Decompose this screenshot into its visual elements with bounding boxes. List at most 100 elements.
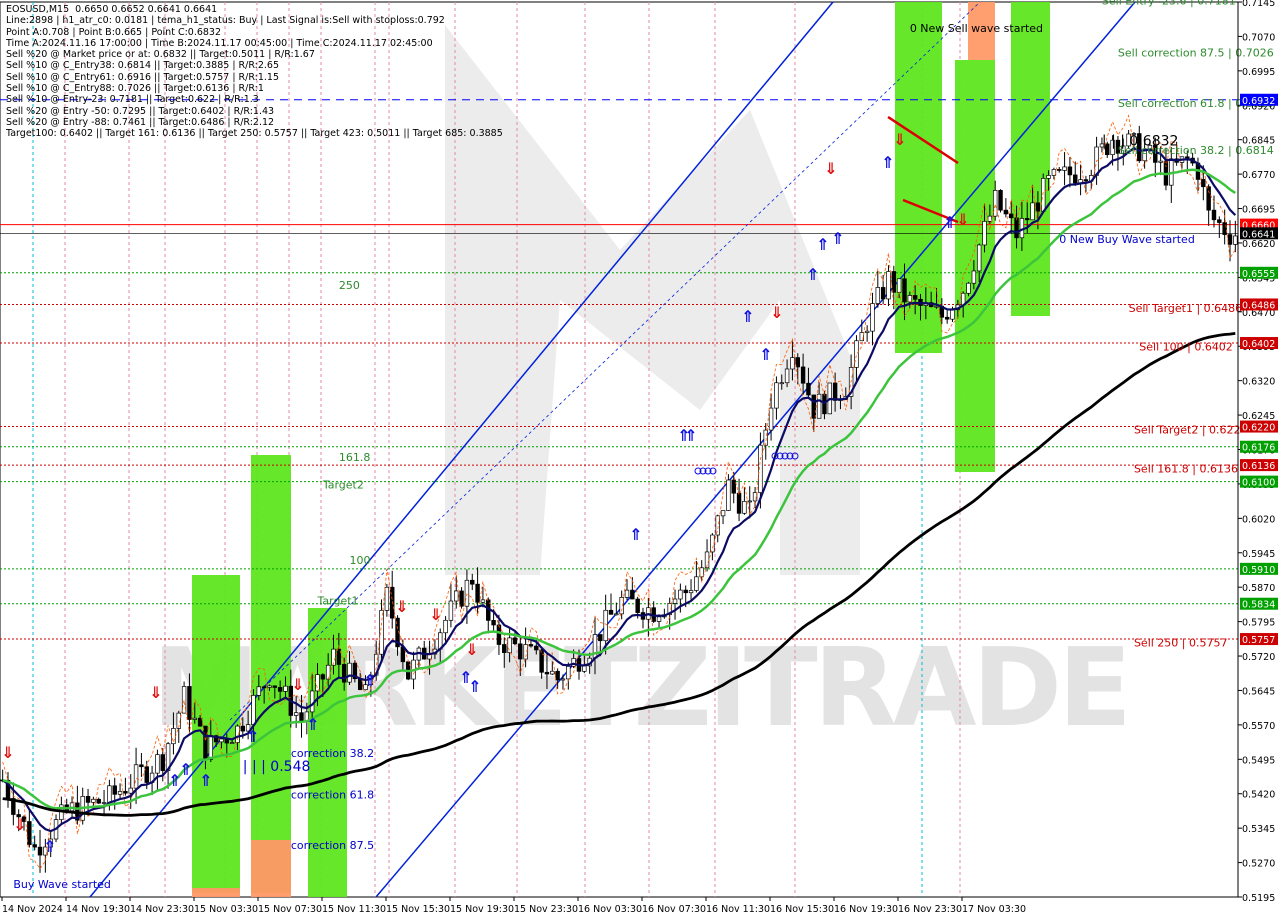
candle-body — [832, 382, 838, 401]
candle-body — [875, 287, 881, 304]
price-tag-label: 0.6176 — [1242, 443, 1275, 454]
price-tag-label: 0.6486 — [1242, 300, 1275, 311]
candle-body — [934, 305, 939, 308]
candle-body — [448, 600, 454, 621]
candle-body — [987, 215, 993, 222]
buy-arrow-icon: ⇑ — [363, 671, 376, 690]
candle-body — [325, 664, 331, 680]
candle-body — [502, 644, 507, 653]
candle-body — [96, 798, 101, 804]
price-tag-label: 0.6402 — [1242, 339, 1275, 350]
sell-arrow-icon: ⇓ — [149, 683, 162, 702]
x-tick-label: 16 Nov 03:30 — [578, 904, 642, 915]
y-axis: 0.71450.70700.69950.69200.68450.67700.66… — [1237, 0, 1278, 904]
candle-body — [443, 619, 448, 634]
candle-body — [811, 394, 816, 419]
candle-body — [496, 624, 502, 645]
candle-body — [133, 764, 139, 789]
candle-body — [635, 598, 640, 613]
info-line: Sell %20 @ Market price or at: 0.6832 ||… — [6, 49, 315, 61]
candle-body — [315, 674, 320, 692]
info-line: Target100: 0.6402 || Target 161: 0.6136 … — [6, 128, 503, 140]
sell-arrow-icon: ⇓ — [429, 605, 442, 624]
candle-body — [582, 665, 587, 672]
candle-body — [1073, 174, 1078, 184]
chart-annotation: Sell 161.8 | 0.6136 — [1134, 462, 1238, 475]
candle-body — [208, 735, 213, 760]
info-line: Line:2898 | h1_atr_c0: 0.0181 | tema_h1_… — [6, 15, 445, 27]
candle-body — [624, 589, 630, 598]
candle-body — [155, 754, 160, 774]
signal-zone — [192, 575, 240, 893]
candle-body — [598, 634, 603, 642]
info-panel: EOSUSD,M15 0.6650 0.6652 0.6641 0.6641 Li… — [6, 4, 503, 140]
info-line: Sell %20 @ Entry -88: 0.7461 || Target:0… — [6, 116, 275, 128]
candle-body — [1046, 175, 1051, 179]
chart-annotation: 100 — [350, 554, 371, 567]
chart-annotation: 250 — [339, 279, 360, 292]
sell-arrow-icon: ⇓ — [956, 210, 969, 229]
y-tick-label: 0.7145 — [1242, 0, 1275, 9]
y-tick-label: 0.6995 — [1242, 67, 1275, 78]
candle-body — [688, 590, 694, 594]
sell-arrow-icon: ⇓ — [395, 597, 408, 616]
candle-body — [544, 671, 550, 675]
buy-arrow-icon: ⇑ — [246, 727, 259, 746]
candle-body — [779, 382, 784, 385]
x-tick-label: 14 Nov 2024 — [2, 904, 63, 915]
chart-annotation: 0 New Buy Wave started — [1059, 233, 1195, 246]
candle-body — [251, 695, 256, 726]
y-tick-label: 0.5795 — [1242, 618, 1275, 629]
candle-body — [192, 717, 197, 720]
candle-body — [731, 479, 736, 494]
candle-body — [736, 492, 742, 514]
candle-body — [742, 500, 747, 514]
x-tick-label: 14 Nov 19:30 — [66, 904, 130, 915]
candle-body — [1158, 160, 1163, 163]
buy-arrow-icon: ⇑ — [759, 345, 772, 364]
candle-body — [197, 717, 203, 727]
sell-arrow-icon: ⇓ — [13, 815, 26, 834]
chart-annotation: Sell 100 | 0.6402 — [1139, 340, 1233, 353]
x-tick-label: 17 Nov 03:30 — [962, 904, 1026, 915]
x-tick-label: 16 Nov 07:30 — [642, 904, 706, 915]
sell-arrow-icon: ⇓ — [1, 743, 14, 762]
candle-body — [1057, 169, 1062, 171]
candle-body — [32, 844, 37, 848]
x-axis: 14 Nov 2024 14 Nov 19:30 14 Nov 23:30 15 No… — [1, 897, 1026, 915]
y-tick-label: 0.5570 — [1242, 721, 1275, 732]
candle-body — [806, 382, 811, 396]
candle-body — [784, 368, 790, 384]
y-tick-label: 0.6845 — [1242, 136, 1275, 147]
candle-body — [1008, 213, 1014, 219]
candle-body — [528, 644, 534, 647]
candle-body — [560, 678, 566, 681]
signal-zone — [251, 455, 291, 893]
buy-arrow-icon: ⇑ — [468, 677, 481, 696]
candle-body — [187, 686, 192, 720]
x-tick-label: 14 Nov 23:30 — [130, 904, 194, 915]
price-tag-label: 0.6932 — [1242, 96, 1275, 107]
candle-body — [475, 583, 480, 603]
candle-body — [699, 567, 704, 578]
buy-arrow-icon: ⇑ — [629, 525, 642, 544]
candle-body — [774, 382, 779, 409]
candle-body — [550, 670, 555, 675]
candle-body — [267, 685, 272, 688]
candle-body — [512, 637, 518, 645]
candle-body — [982, 221, 987, 246]
candle-body — [912, 295, 918, 300]
y-tick-label: 0.7070 — [1242, 32, 1275, 43]
candle-body — [720, 510, 726, 517]
y-tick-label: 0.6770 — [1242, 170, 1275, 181]
candle-body — [1025, 218, 1030, 221]
candle-body — [139, 764, 144, 768]
candle-body — [357, 678, 363, 691]
candle-body — [299, 712, 304, 722]
y-tick-label: 0.5945 — [1242, 549, 1275, 560]
y-tick-label: 0.6620 — [1242, 239, 1275, 250]
candle-body — [950, 309, 955, 320]
info-line: Sell %10 @ C_Entry38: 0.6814 || Target:0… — [6, 60, 280, 72]
candle-body — [672, 598, 678, 604]
candle-body — [1233, 235, 1238, 245]
